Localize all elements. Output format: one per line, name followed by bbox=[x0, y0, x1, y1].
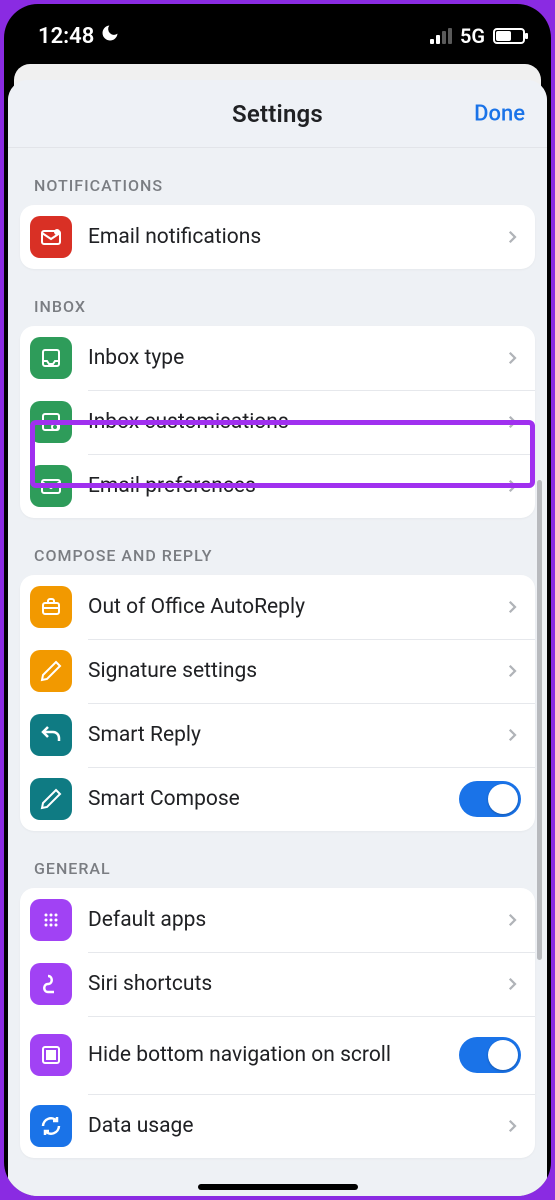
briefcase-icon bbox=[30, 586, 72, 628]
chevron-right-icon bbox=[503, 413, 521, 431]
chevron-right-icon bbox=[503, 349, 521, 367]
page-title: Settings bbox=[232, 100, 323, 128]
row-label: Inbox type bbox=[88, 345, 487, 371]
chevron-right-icon bbox=[503, 911, 521, 929]
row-label: Default apps bbox=[88, 907, 487, 933]
row-inbox-type[interactable]: Inbox type bbox=[20, 326, 535, 390]
row-label: Email preferences bbox=[88, 473, 487, 499]
inbox-gear-icon bbox=[30, 401, 72, 443]
section-header-inbox: INBOX bbox=[20, 269, 535, 326]
do-not-disturb-icon bbox=[100, 23, 120, 49]
row-email-preferences[interactable]: Email preferences bbox=[20, 454, 535, 518]
chevron-right-icon bbox=[503, 598, 521, 616]
row-label: Smart Reply bbox=[88, 722, 487, 748]
pen-icon bbox=[30, 650, 72, 692]
envelope-icon bbox=[30, 465, 72, 507]
inbox-icon bbox=[30, 337, 72, 379]
row-label: Siri shortcuts bbox=[88, 971, 487, 997]
done-button[interactable]: Done bbox=[474, 101, 525, 126]
row-label: Signature settings bbox=[88, 658, 487, 684]
row-siri-shortcuts[interactable]: Siri shortcuts bbox=[20, 952, 535, 1016]
row-default-apps[interactable]: Default apps bbox=[20, 888, 535, 952]
hide-bottom-nav-toggle[interactable] bbox=[459, 1037, 521, 1073]
row-label: Inbox customisations bbox=[88, 409, 487, 435]
chevron-right-icon bbox=[503, 1117, 521, 1135]
sync-icon bbox=[30, 1105, 72, 1147]
chevron-right-icon bbox=[503, 975, 521, 993]
settings-sheet: Settings Done NOTIFICATIONS Email notifi… bbox=[8, 80, 547, 1196]
pencil-icon bbox=[30, 778, 72, 820]
row-label: Hide bottom navigation on scroll bbox=[88, 1042, 443, 1068]
home-indicator[interactable] bbox=[198, 1184, 358, 1190]
section-header-compose: COMPOSE AND REPLY bbox=[20, 518, 535, 575]
status-time: 12:48 bbox=[38, 24, 94, 49]
row-hide-bottom-nav[interactable]: Hide bottom navigation on scroll bbox=[20, 1016, 535, 1094]
row-out-of-office[interactable]: Out of Office AutoReply bbox=[20, 575, 535, 639]
layout-icon bbox=[30, 1034, 72, 1076]
signal-icon bbox=[430, 28, 452, 44]
reply-icon bbox=[30, 714, 72, 756]
row-inbox-customisations[interactable]: Inbox customisations bbox=[20, 390, 535, 454]
row-signature-settings[interactable]: Signature settings bbox=[20, 639, 535, 703]
chevron-right-icon bbox=[503, 662, 521, 680]
status-bar: 12:48 5G bbox=[4, 4, 551, 58]
row-label: Smart Compose bbox=[88, 786, 443, 812]
chevron-right-icon bbox=[503, 228, 521, 246]
sheet-header: Settings Done bbox=[8, 80, 547, 148]
row-smart-reply[interactable]: Smart Reply bbox=[20, 703, 535, 767]
row-smart-compose[interactable]: Smart Compose bbox=[20, 767, 535, 831]
section-header-notifications: NOTIFICATIONS bbox=[20, 148, 535, 205]
row-data-usage[interactable]: Data usage bbox=[20, 1094, 535, 1158]
shortcut-icon bbox=[30, 963, 72, 1005]
row-label: Email notifications bbox=[88, 224, 487, 250]
row-label: Out of Office AutoReply bbox=[88, 594, 487, 620]
chevron-right-icon bbox=[503, 726, 521, 744]
section-header-general: GENERAL bbox=[20, 831, 535, 888]
chevron-right-icon bbox=[503, 477, 521, 495]
network-label: 5G bbox=[460, 24, 485, 48]
grid-icon bbox=[30, 899, 72, 941]
smart-compose-toggle[interactable] bbox=[459, 781, 521, 817]
row-label: Data usage bbox=[88, 1113, 487, 1139]
row-email-notifications[interactable]: Email notifications bbox=[20, 205, 535, 269]
battery-icon bbox=[493, 28, 525, 44]
scroll-indicator[interactable] bbox=[537, 480, 542, 960]
mail-alert-icon bbox=[30, 216, 72, 258]
